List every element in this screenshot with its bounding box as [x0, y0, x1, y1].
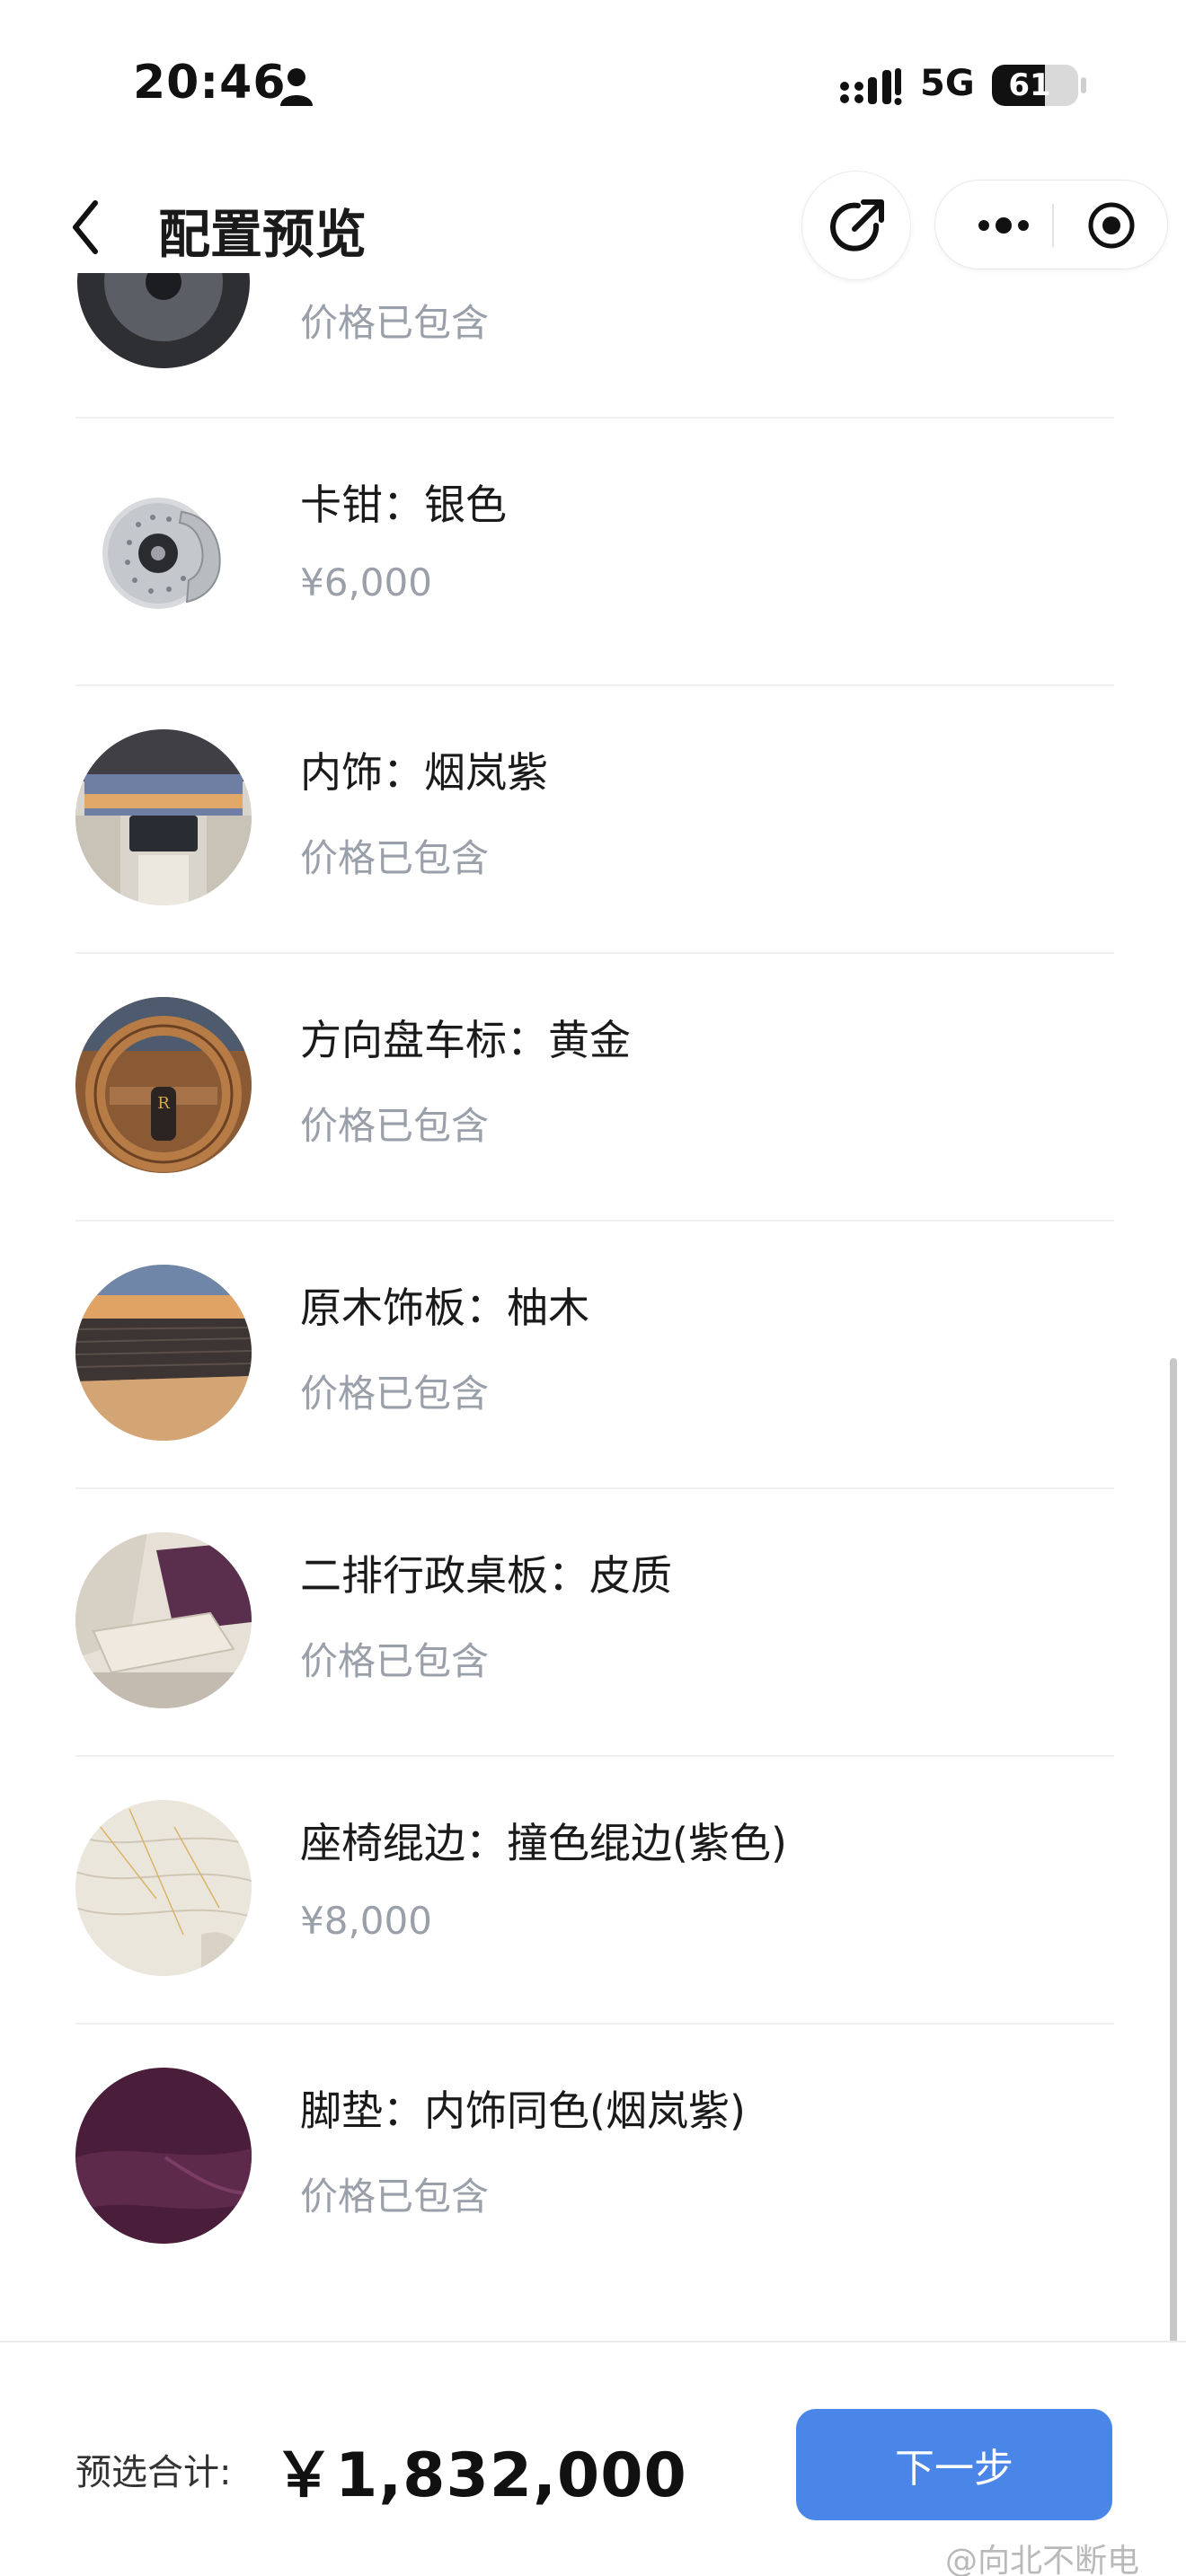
more-icon[interactable]: [975, 207, 1032, 243]
battery-level: 61: [1008, 67, 1051, 103]
mini-program-capsule: [934, 180, 1168, 269]
signal-icon: [840, 68, 902, 105]
total-price: ￥1,832,000: [273, 2440, 687, 2511]
list-item: 座椅绲边：撞色绲边(紫色) ¥8,000: [75, 1757, 1114, 2025]
capsule-divider: [1052, 204, 1054, 247]
list-item: 二排行政桌板：皮质 价格已包含: [75, 1489, 1114, 1757]
floor-mat-thumb: [75, 2068, 252, 2244]
list-item: 价格已包含: [75, 273, 1114, 419]
steering-wheel-thumb: R: [75, 997, 252, 1173]
back-icon[interactable]: [65, 196, 110, 259]
person-icon: [280, 68, 313, 106]
table-thumb: [75, 1532, 252, 1708]
item-title: 脚垫：内饰同色(烟岚紫): [300, 2086, 746, 2135]
scrollbar[interactable]: [1170, 1358, 1177, 2360]
battery-icon: 61: [992, 65, 1078, 106]
wood-trim-thumb: [75, 1265, 252, 1441]
total-label: 预选合计:: [75, 2452, 232, 2493]
battery-cap: [1081, 77, 1086, 93]
network-type: 5G: [920, 63, 975, 104]
item-title: 方向盘车标：黄金: [300, 1016, 631, 1064]
item-title: 座椅绲边：撞色绲边(紫色): [300, 1819, 787, 1867]
item-price: 价格已包含: [300, 1372, 490, 1416]
wheel-thumb: [75, 273, 252, 370]
watermark: @向北不断电: [945, 2543, 1140, 2576]
interior-thumb: [75, 729, 252, 905]
item-title: 二排行政桌板：皮质: [300, 1551, 672, 1600]
share-icon: [830, 199, 884, 251]
item-title: 卡钳：银色: [300, 481, 507, 529]
item-price: 价格已包含: [300, 301, 490, 345]
item-price: 价格已包含: [300, 1639, 490, 1683]
item-price: 价格已包含: [300, 1104, 490, 1148]
item-price: 价格已包含: [300, 836, 490, 880]
item-title: 原木饰板：柚木: [300, 1284, 589, 1332]
brake-caliper-thumb: [75, 462, 252, 638]
seat-piping-thumb: [75, 1800, 252, 1976]
status-time: 20:46: [133, 56, 287, 110]
item-price: ¥6,000: [300, 560, 432, 604]
item-price: ¥8,000: [300, 1899, 432, 1943]
footer-bar: 预选合计: ￥1,832,000 下一步 @向北不断电: [0, 2341, 1186, 2576]
share-button[interactable]: [801, 171, 911, 280]
config-list: 价格已包含 卡钳：银色 ¥6,000 内饰：烟岚紫 价格已包含 R 方向盘车标：…: [75, 273, 1114, 2267]
list-item: 原木饰板：柚木 价格已包含: [75, 1222, 1114, 1489]
next-step-button[interactable]: 下一步: [796, 2409, 1112, 2520]
item-title: 内饰：烟岚紫: [300, 748, 548, 797]
list-item: 卡钳：银色 ¥6,000: [75, 419, 1114, 686]
page-title: 配置预览: [158, 204, 367, 265]
item-price: 价格已包含: [300, 2175, 490, 2219]
list-item: 脚垫：内饰同色(烟岚紫) 价格已包含: [75, 2025, 1114, 2267]
list-item: R 方向盘车标：黄金 价格已包含: [75, 954, 1114, 1222]
close-miniprogram-icon[interactable]: [1086, 200, 1137, 251]
list-item: 内饰：烟岚紫 价格已包含: [75, 686, 1114, 954]
svg-text:R: R: [157, 1094, 170, 1113]
status-bar: 20:46 5G 61: [0, 0, 1186, 171]
